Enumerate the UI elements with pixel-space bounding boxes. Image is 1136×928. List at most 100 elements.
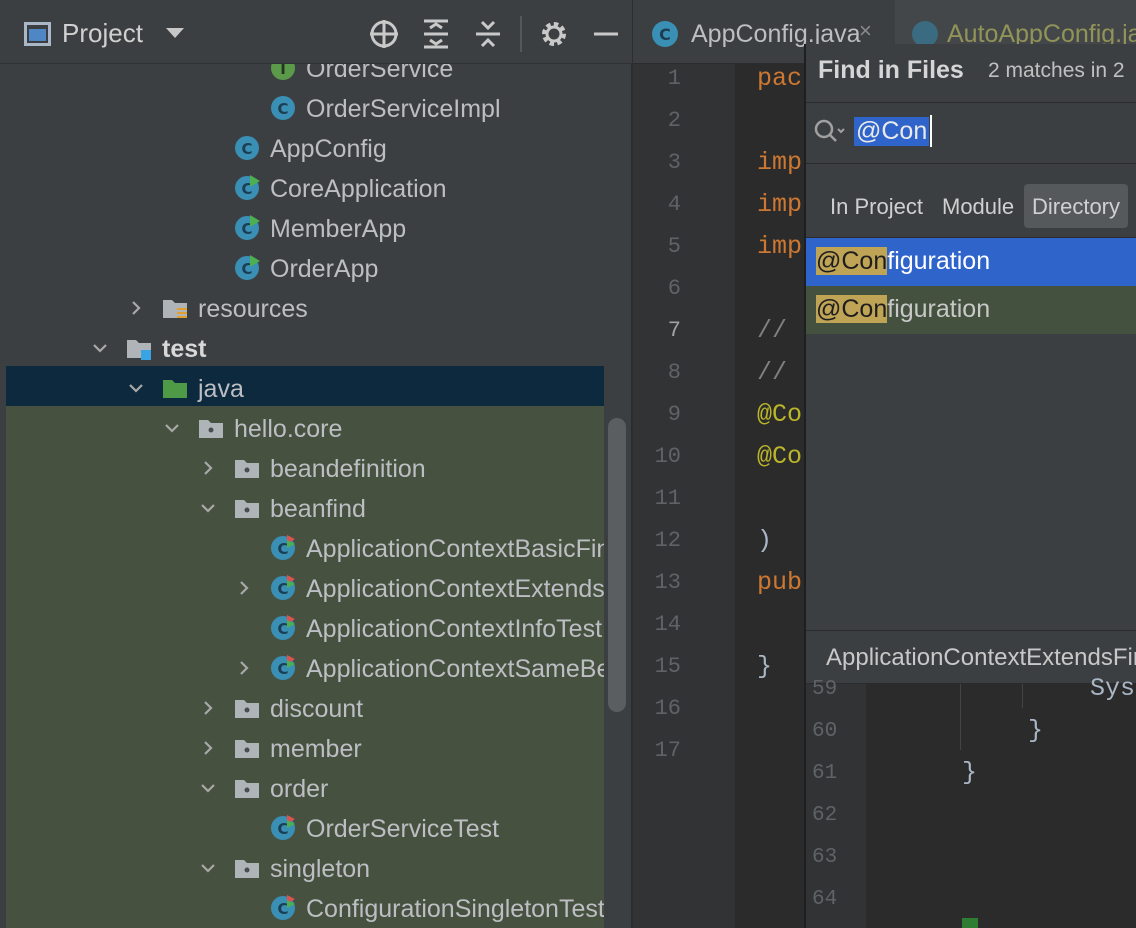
minimize-icon[interactable]	[590, 18, 622, 50]
code-line[interactable]: @Co	[757, 442, 802, 471]
project-window-icon	[24, 22, 51, 46]
project-toolbar: Project	[0, 0, 632, 64]
tree-item[interactable]: C AppConfig	[6, 128, 604, 168]
chevron-down-icon[interactable]	[166, 28, 184, 38]
line-number: 5	[667, 234, 681, 259]
tree-item[interactable]: C ApplicationContextInfoTest	[6, 608, 604, 648]
result-row[interactable]: @Configuration	[806, 286, 1136, 334]
text-caret	[930, 115, 932, 147]
tree-item-label: java	[198, 375, 244, 403]
locate-icon[interactable]	[368, 18, 400, 50]
tree-item[interactable]: singleton	[6, 848, 604, 888]
code-line[interactable]: @Co	[757, 400, 802, 429]
code-line[interactable]: //	[757, 316, 787, 345]
svg-text:C: C	[277, 580, 288, 598]
tree-item[interactable]: C ConfigurationSingletonTest	[6, 888, 604, 928]
tree-item[interactable]: beanfind	[6, 488, 604, 528]
tree-item-label: OrderServiceTest	[306, 815, 500, 843]
code-line[interactable]: //	[757, 358, 787, 387]
svg-text:C: C	[277, 100, 288, 118]
code-line[interactable]: pub	[757, 568, 802, 597]
match-highlight: @Con	[816, 247, 888, 275]
search-icon[interactable]	[812, 117, 846, 147]
line-number: 3	[667, 150, 681, 175]
chevron-down-icon[interactable]	[200, 860, 216, 876]
line-number: 8	[667, 360, 681, 385]
tree-item[interactable]: C CoreApplication	[6, 168, 604, 208]
svg-text:C: C	[277, 900, 288, 918]
preview-line-number: 59	[812, 678, 838, 701]
tree-item[interactable]: C OrderApp	[6, 248, 604, 288]
chevron-right-icon[interactable]	[200, 700, 216, 716]
match-highlight: @Con	[816, 295, 888, 323]
tree-item[interactable]: java	[6, 368, 604, 408]
svg-text:C: C	[277, 660, 288, 678]
search-input[interactable]: @Con	[854, 117, 930, 146]
project-scrollbar[interactable]	[608, 418, 626, 712]
gear-icon[interactable]	[538, 18, 570, 50]
svg-text:C: C	[277, 540, 288, 558]
code-line[interactable]: pac	[757, 64, 802, 93]
chevron-down-icon[interactable]	[164, 420, 180, 436]
code-preview[interactable]: 59 60 61 62 63 64 Sys}}	[806, 674, 1136, 928]
tree-item[interactable]: discount	[6, 688, 604, 728]
scope-in-project[interactable]: In Project	[830, 194, 923, 220]
result-text: @Configuration	[816, 295, 990, 324]
tree-item[interactable]: order	[6, 768, 604, 808]
code-line[interactable]: )	[757, 526, 772, 555]
code-line[interactable]: }	[757, 652, 772, 681]
test-class-icon: C	[270, 615, 296, 641]
tree-item-label: member	[270, 735, 362, 763]
test-class-icon: C	[270, 535, 296, 561]
tree-item[interactable]: resources	[6, 288, 604, 328]
code-line[interactable]: imp	[757, 232, 802, 261]
class-icon: C	[652, 21, 678, 47]
tree-item[interactable]: C OrderServiceImpl	[6, 88, 604, 128]
chevron-right-icon[interactable]	[236, 660, 252, 676]
tree-item-label: ApplicationContextBasicFindTest	[306, 535, 604, 563]
tree-item[interactable]: C ApplicationContextBasicFindTest	[6, 528, 604, 568]
chevron-down-icon[interactable]	[92, 340, 108, 356]
chevron-down-icon[interactable]	[200, 500, 216, 516]
project-tree[interactable]: I OrderService C OrderServiceImpl C AppConfig…	[6, 64, 604, 928]
tree-item[interactable]: hello.core	[6, 408, 604, 448]
tree-item[interactable]: test	[6, 328, 604, 368]
resources-folder-icon	[162, 295, 188, 321]
scope-module[interactable]: Module	[942, 194, 1014, 220]
code-line[interactable]: imp	[757, 148, 802, 177]
test-class-icon: C	[270, 575, 296, 601]
tree-item-label: CoreApplication	[270, 175, 447, 203]
preview-line-number: 61	[812, 762, 838, 785]
chevron-right-icon[interactable]	[200, 460, 216, 476]
package-icon	[198, 415, 224, 441]
chevron-right-icon[interactable]	[236, 580, 252, 596]
tree-item[interactable]: C ApplicationContextSameBeanFindTest	[6, 648, 604, 688]
expand-all-icon[interactable]	[420, 18, 452, 50]
collapse-all-icon[interactable]	[472, 18, 504, 50]
chevron-down-icon[interactable]	[200, 780, 216, 796]
line-number: 11	[654, 486, 681, 511]
project-title[interactable]: Project	[62, 18, 143, 49]
chevron-right-icon[interactable]	[200, 740, 216, 756]
chevron-right-icon[interactable]	[128, 300, 144, 316]
result-row[interactable]: @Configuration	[806, 238, 1136, 286]
chevron-down-icon[interactable]	[128, 380, 144, 396]
svg-text:C: C	[277, 820, 288, 838]
preview-line-number: 64	[812, 888, 838, 911]
editor-code-area[interactable]: pac imp imp imp // // @Co @Co) pub}	[735, 64, 805, 928]
tree-item[interactable]: I OrderService	[6, 64, 604, 88]
indent-guide	[960, 684, 961, 750]
line-number: 6	[667, 276, 681, 301]
preview-code-line: }	[1028, 716, 1044, 745]
tree-item[interactable]: beandefinition	[6, 448, 604, 488]
close-icon[interactable]: ×	[859, 18, 872, 44]
svg-text:C: C	[659, 25, 671, 44]
tree-item-label: ConfigurationSingletonTest	[306, 895, 604, 923]
scope-directory[interactable]: Directory	[1024, 184, 1129, 228]
code-line[interactable]: imp	[757, 190, 802, 219]
tree-item[interactable]: C OrderServiceTest	[6, 808, 604, 848]
tree-item[interactable]: member	[6, 728, 604, 768]
tree-item[interactable]: C ApplicationContextExtendsFindTest	[6, 568, 604, 608]
svg-text:C: C	[277, 620, 288, 638]
tree-item[interactable]: C MemberApp	[6, 208, 604, 248]
